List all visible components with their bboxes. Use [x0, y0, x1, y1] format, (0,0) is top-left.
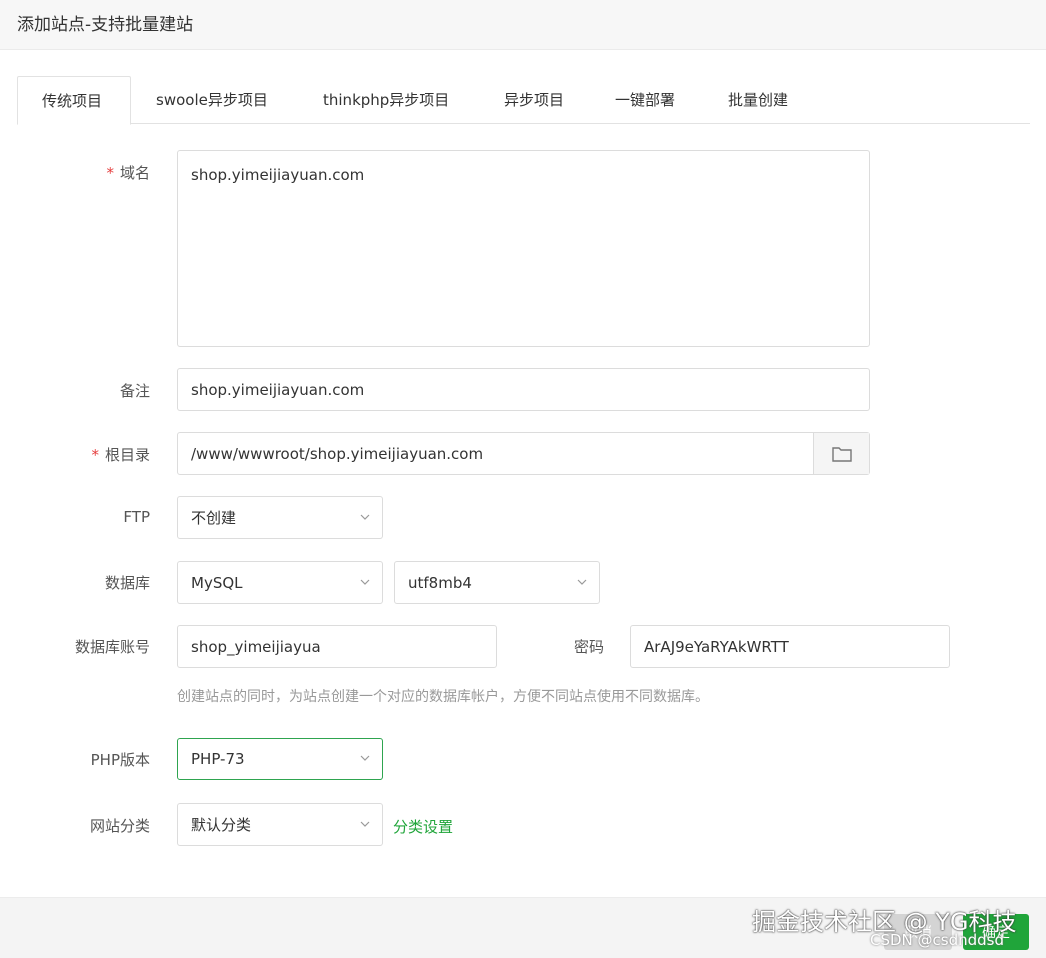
php-version-value: PHP-73: [191, 750, 245, 768]
tab-one-click-deploy[interactable]: 一键部署: [591, 76, 699, 124]
dialog-title: 添加站点-支持批量建站: [17, 15, 194, 35]
tab-thinkphp[interactable]: thinkphp异步项目: [299, 76, 473, 124]
db-hint-text: 创建站点的同时，为站点创建一个对应的数据库帐户，方便不同站点使用不同数据库。: [177, 689, 709, 705]
remark-label: 备注: [119, 382, 150, 400]
root-label: * 根目录: [91, 446, 150, 464]
root-dir-input[interactable]: /www/wwwroot/shop.yimeijiayuan.com: [177, 432, 870, 475]
tab-async[interactable]: 异步项目: [480, 76, 588, 124]
database-type-value: MySQL: [191, 573, 243, 592]
db-account-label: 数据库账号: [74, 638, 150, 656]
db-account-value: shop_yimeijiayua: [191, 637, 321, 656]
domain-label: * 域名: [106, 164, 150, 182]
chevron-down-icon: [360, 755, 370, 761]
tab-bar: 传统项目 swoole异步项目 thinkphp异步项目 异步项目 一键部署 批…: [17, 76, 1030, 125]
root-dir-value: /www/wwwroot/shop.yimeijiayuan.com: [191, 444, 484, 463]
remark-value: shop.yimeijiayuan.com: [191, 380, 365, 399]
chevron-down-icon: [360, 514, 370, 520]
ftp-label: FTP: [123, 508, 150, 526]
chevron-down-icon: [360, 821, 370, 827]
remark-input[interactable]: shop.yimeijiayuan.com: [177, 368, 870, 411]
required-mark: *: [106, 164, 114, 182]
tab-traditional[interactable]: 传统项目: [17, 76, 131, 125]
php-version-select[interactable]: PHP-73: [177, 738, 383, 780]
database-label: 数据库: [104, 574, 150, 592]
dialog-header: 添加站点-支持批量建站: [0, 0, 1046, 50]
domain-textarea[interactable]: shop.yimeijiayuan.com: [177, 150, 870, 347]
password-value: ArAJ9eYaRYAkWRTT: [644, 637, 789, 656]
category-settings-link[interactable]: 分类设置: [393, 816, 453, 837]
database-type-select[interactable]: MySQL: [177, 561, 383, 604]
category-select[interactable]: 默认分类: [177, 803, 383, 846]
password-label: 密码: [573, 638, 604, 656]
chevron-down-icon: [360, 579, 370, 585]
database-charset-select[interactable]: utf8mb4: [394, 561, 600, 604]
database-charset-value: utf8mb4: [408, 573, 472, 592]
category-value: 默认分类: [191, 816, 252, 834]
folder-browse-button[interactable]: [813, 433, 869, 474]
folder-icon: [831, 446, 852, 462]
ftp-select[interactable]: 不创建: [177, 496, 383, 539]
chevron-down-icon: [577, 579, 587, 585]
db-account-input[interactable]: shop_yimeijiayua: [177, 625, 497, 668]
php-version-label: PHP版本: [90, 751, 150, 769]
domain-value: shop.yimeijiayuan.com: [191, 166, 365, 184]
required-mark: *: [91, 446, 99, 464]
tab-batch-create[interactable]: 批量创建: [704, 76, 812, 124]
watermark-secondary: CSDN @csdnddsd: [870, 931, 1005, 949]
password-input[interactable]: ArAJ9eYaRYAkWRTT: [630, 625, 950, 668]
ftp-value: 不创建: [191, 509, 237, 527]
category-label: 网站分类: [89, 817, 150, 835]
tab-swoole[interactable]: swoole异步项目: [132, 76, 292, 124]
